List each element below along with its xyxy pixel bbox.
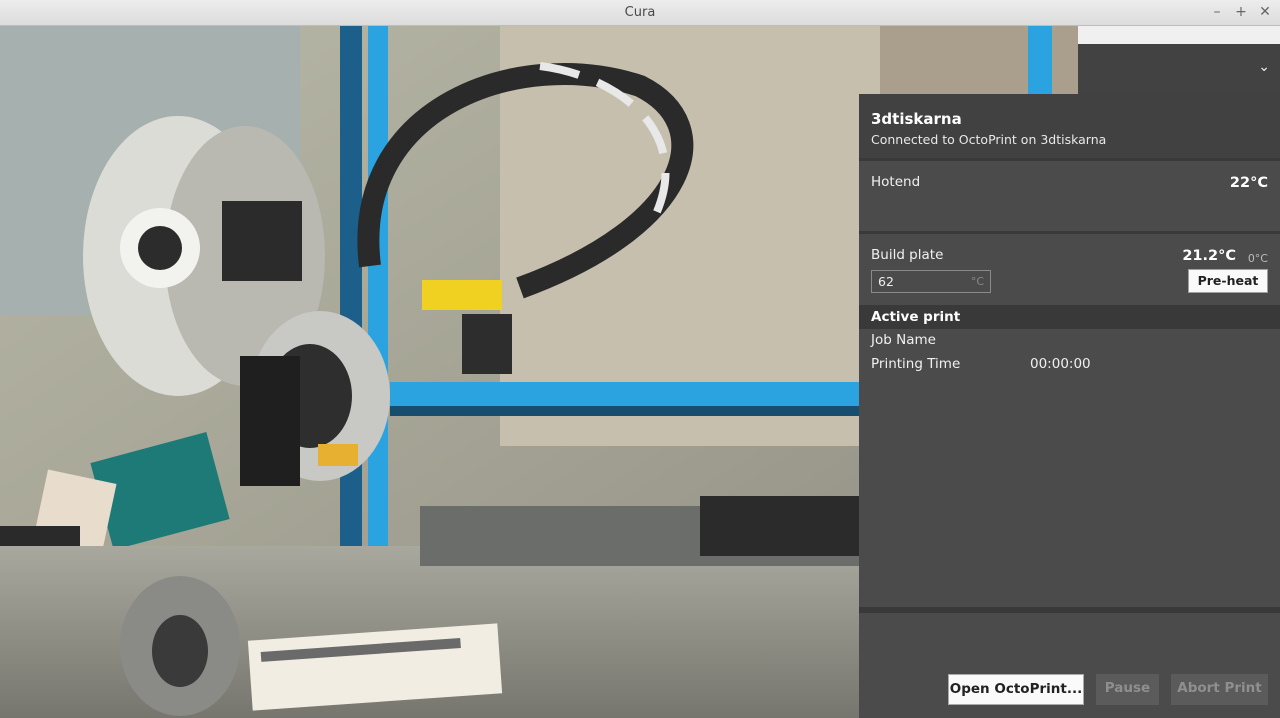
minimize-button[interactable]: – xyxy=(1210,3,1224,21)
active-print-heading: Active print xyxy=(859,305,1280,329)
build-plate-label: Build plate xyxy=(871,247,944,263)
abort-print-button[interactable]: Abort Print xyxy=(1171,674,1268,705)
top-strip xyxy=(1078,26,1280,44)
open-octoprint-button[interactable]: Open OctoPrint... xyxy=(948,674,1084,705)
build-plate-temperature: 21.2°C xyxy=(1182,248,1236,264)
printing-time-label: Printing Time xyxy=(871,356,961,372)
preheat-button[interactable]: Pre-heat xyxy=(1188,269,1268,293)
preheat-temperature-input[interactable]: 62 °C xyxy=(871,270,991,293)
hotend-section: Hotend 22°C xyxy=(859,158,1280,233)
window-title: Cura xyxy=(624,5,656,20)
monitor-panel: 3dtiskarna Connected to OctoPrint on 3dt… xyxy=(859,94,1280,718)
build-plate-target: 0°C xyxy=(1247,252,1268,265)
maximize-button[interactable]: + xyxy=(1234,3,1248,21)
title-bar[interactable]: Cura – + ✕ xyxy=(0,0,1280,26)
job-name-label: Job Name xyxy=(871,332,936,348)
printer-header: 3dtiskarna Connected to OctoPrint on 3dt… xyxy=(859,94,1280,158)
chevron-down-icon[interactable]: ⌄ xyxy=(1258,59,1270,75)
pause-button[interactable]: Pause xyxy=(1096,674,1159,705)
connection-status: Connected to OctoPrint on 3dtiskarna xyxy=(871,132,1107,147)
cura-window: Cura – + ✕ ⌄ 3dtiskarna Connected to Oct… xyxy=(0,0,1280,718)
build-plate-section: Build plate 21.2°C 0°C 62 °C Pre-heat xyxy=(859,231,1280,307)
preheat-temperature-value[interactable]: 62 xyxy=(878,274,894,289)
hotend-label: Hotend xyxy=(871,174,921,190)
preheat-temperature-unit: °C xyxy=(970,275,984,288)
printer-name: 3dtiskarna xyxy=(871,110,962,128)
printer-selector[interactable]: ⌄ xyxy=(1078,44,1280,94)
window-controls: – + ✕ xyxy=(1210,3,1272,21)
hotend-temperature: 22°C xyxy=(1229,175,1268,191)
bottom-divider xyxy=(859,607,1280,613)
printing-time-value: 00:00:00 xyxy=(1030,356,1091,372)
close-button[interactable]: ✕ xyxy=(1258,3,1272,21)
